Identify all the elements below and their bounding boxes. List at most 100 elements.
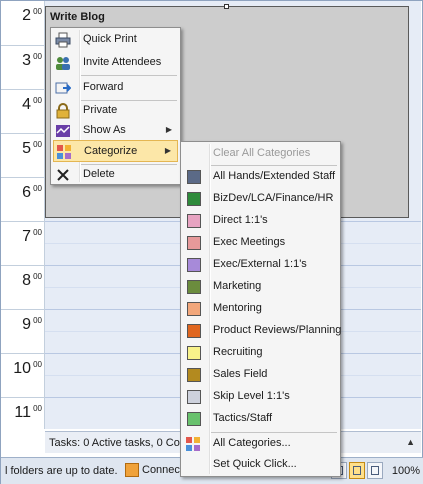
hour-label: 2 00	[1, 1, 45, 45]
time-column: 2 00 3 00 4 00 5 00 6 00 7 00 8 00 9 00 10 00 11 0…	[1, 1, 45, 429]
category-label: All Hands/Extended Staff	[213, 170, 336, 182]
menu-item-label: Delete	[83, 168, 115, 180]
menu-item-private[interactable]: Private	[53, 100, 178, 122]
categorize-submenu: Clear All Categories All Hands/Extended …	[180, 141, 341, 477]
categorize-icon	[57, 145, 71, 159]
menu-item-label: Show As	[83, 124, 126, 136]
menu-item-delete[interactable]: Delete	[53, 164, 178, 186]
menu-item-all-categories[interactable]: All Categories...	[183, 433, 338, 455]
folder-status: l folders are up to date.	[5, 465, 118, 477]
category-label: BizDev/LCA/Finance/HR	[213, 192, 334, 204]
hour-minutes: 00	[33, 228, 42, 237]
attendees-icon	[56, 57, 70, 70]
menu-item-set-quick-click[interactable]: Set Quick Click...	[183, 454, 338, 476]
menu-item-forward[interactable]: Forward	[53, 77, 178, 99]
menu-item-label: Invite Attendees	[83, 56, 162, 68]
context-menu: Quick Print Invite Attendees Forward Pri…	[50, 27, 181, 185]
tasks-summary: Tasks: 0 Active tasks, 0 Comp	[49, 437, 196, 449]
printer-icon	[55, 32, 71, 48]
reading-view-button[interactable]	[367, 462, 383, 479]
category-item[interactable]: Product Reviews/Planning	[183, 320, 342, 342]
category-item[interactable]: Tactics/Staff	[183, 408, 338, 430]
menu-item-label: Categorize	[84, 145, 138, 157]
hour-number: 2	[22, 7, 31, 24]
menu-item-label: Set Quick Click...	[213, 458, 297, 470]
category-color-swatch	[187, 324, 201, 338]
category-item[interactable]: Exec/External 1:1's	[183, 254, 338, 276]
category-item[interactable]: Sales Field	[183, 364, 338, 386]
category-label: Tactics/Staff	[213, 412, 273, 424]
hour-label: 7 00	[1, 221, 45, 265]
category-label: Sales Field	[213, 368, 268, 380]
category-label: Product Reviews/Planning	[213, 324, 342, 336]
hour-number: 5	[22, 140, 31, 157]
category-color-swatch	[187, 280, 201, 294]
category-label: Exec/External 1:1's	[213, 258, 307, 270]
category-item[interactable]: Skip Level 1:1's	[183, 386, 338, 408]
menu-item-label: Private	[83, 104, 118, 116]
hour-minutes: 00	[33, 52, 42, 61]
hour-label: 6 00	[1, 177, 45, 221]
show-as-icon	[56, 125, 70, 137]
category-color-swatch	[187, 170, 201, 184]
hour-number: 10	[13, 360, 31, 377]
category-item[interactable]: Direct 1:1's	[183, 210, 338, 232]
category-label: Skip Level 1:1's	[213, 390, 290, 402]
connection-icon	[125, 463, 139, 477]
menu-item-invite-attendees[interactable]: Invite Attendees	[53, 52, 178, 74]
hour-label: 8 00	[1, 265, 45, 309]
category-label: Marketing	[213, 280, 262, 292]
category-color-swatch	[187, 346, 201, 360]
category-item[interactable]: Marketing	[183, 276, 338, 298]
hour-minutes: 00	[33, 96, 42, 105]
calendar-view-icon	[353, 466, 361, 475]
forward-icon	[55, 82, 71, 94]
hour-label: 3 00	[1, 45, 45, 89]
menu-item-label: Clear All Categories	[213, 147, 311, 159]
category-item[interactable]: Recruiting	[183, 342, 338, 364]
connection-status[interactable]: Connected	[125, 463, 181, 480]
category-item[interactable]: All Hands/Extended Staff	[183, 166, 338, 188]
hour-label: 4 00	[1, 89, 45, 133]
hour-number: 4	[22, 96, 31, 113]
menu-item-show-as[interactable]: Show As ▶	[53, 120, 178, 142]
hour-minutes: 00	[33, 404, 42, 413]
hour-minutes: 00	[33, 316, 42, 325]
category-label: Mentoring	[213, 302, 262, 314]
category-color-swatch	[187, 214, 201, 228]
hour-number: 7	[22, 228, 31, 245]
hour-minutes: 00	[33, 272, 42, 281]
category-item[interactable]: BizDev/LCA/Finance/HR	[183, 188, 338, 210]
category-label: Recruiting	[213, 346, 263, 358]
reading-view-icon	[371, 466, 379, 475]
category-label: Direct 1:1's	[213, 214, 268, 226]
menu-item-quick-print[interactable]: Quick Print	[53, 29, 178, 51]
hour-number: 11	[14, 404, 31, 421]
submenu-arrow-icon: ▶	[165, 125, 172, 134]
category-color-swatch	[187, 390, 201, 404]
appointment-title: Write Blog	[50, 11, 105, 23]
category-item[interactable]: Mentoring	[183, 298, 338, 320]
category-label: Exec Meetings	[213, 236, 286, 248]
menu-item-categorize[interactable]: Categorize ▶	[53, 140, 178, 162]
calendar-view-button[interactable]	[349, 462, 365, 479]
category-color-swatch	[187, 302, 201, 316]
hour-number: 8	[22, 272, 31, 289]
category-item[interactable]: Exec Meetings	[183, 232, 338, 254]
delete-icon	[57, 169, 69, 181]
category-color-swatch	[187, 192, 201, 206]
category-color-swatch	[187, 236, 201, 250]
hour-label: 11 00	[1, 397, 45, 441]
hour-number: 9	[22, 316, 31, 333]
resize-handle-top[interactable]	[224, 4, 229, 9]
expand-up-icon[interactable]: ▲	[406, 437, 415, 447]
categorize-icon	[186, 437, 200, 451]
lock-icon	[56, 103, 70, 119]
menu-item-clear-all-categories[interactable]: Clear All Categories	[183, 143, 338, 165]
zoom-level[interactable]: 100%	[392, 465, 420, 477]
hour-number: 3	[22, 52, 31, 69]
menu-item-label: Forward	[83, 81, 124, 93]
hour-label: 5 00	[1, 133, 45, 177]
hour-minutes: 00	[33, 360, 42, 369]
connection-label: Connected	[142, 463, 181, 476]
